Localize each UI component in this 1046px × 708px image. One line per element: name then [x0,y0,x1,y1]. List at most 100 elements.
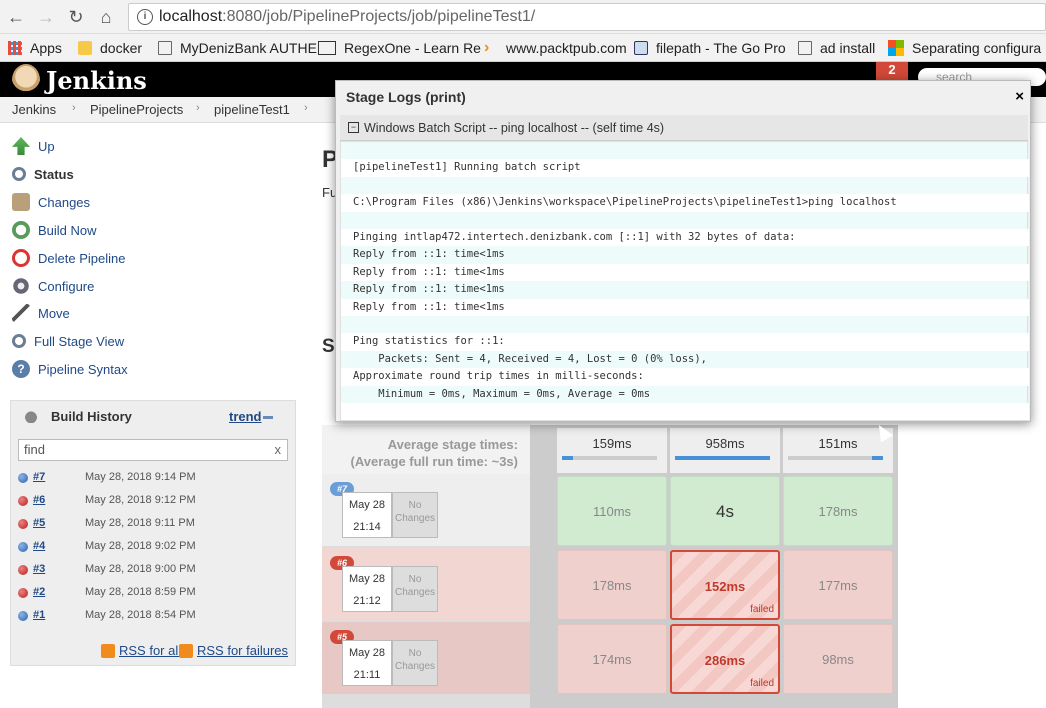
address-bar[interactable]: i localhost:8080/job/PipelineProjects/jo… [128,3,1046,31]
status-ball-icon [18,565,28,575]
build-row[interactable]: #3 May 28, 2018 9:00 PM [17,559,289,581]
log-step-title: Windows Batch Script -- ping localhost -… [364,120,665,135]
build-row[interactable]: #5 May 28, 2018 9:11 PM [17,513,289,535]
log-line: C:\Program Files (x86)\Jenkins\workspace… [341,194,1029,212]
build-search-input[interactable]: find x [18,439,288,461]
rss-all-link[interactable]: RSS for all [101,643,181,658]
build-number-link[interactable]: #4 [33,540,45,552]
no-entry-icon [12,249,30,267]
log-line [341,403,1029,421]
stage-cell[interactable]: 177ms [783,550,893,620]
breadcrumb-jenkins[interactable]: Jenkins [12,102,56,117]
build-date: May 28, 2018 9:00 PM [85,563,196,575]
help-icon: ? [12,360,30,378]
reload-icon[interactable]: ↻ [64,5,88,29]
task-up[interactable]: Up [12,135,55,157]
jenkins-title[interactable]: Jenkins [46,66,147,95]
breadcrumb-pipelinetest1[interactable]: pipelineTest1 [214,102,290,117]
home-icon[interactable]: ⌂ [94,5,118,29]
stage-cell[interactable]: 178ms [783,476,893,546]
trend-link[interactable]: trend [229,409,262,424]
collapse-icon[interactable] [263,416,273,419]
task-pipeline-syntax[interactable]: ? Pipeline Syntax [12,358,128,380]
stage-header: 958ms [670,428,780,474]
packt-icon: › [484,39,490,56]
notification-badge[interactable]: 2 [876,62,908,82]
run-row[interactable]: #5 May 28 21:11 No Changes [322,622,530,694]
rss-failures-link[interactable]: RSS for failures [179,643,288,658]
stage-logs-dialog: Stage Logs (print) × − Windows Batch Scr… [335,80,1031,422]
bookmark-apps[interactable]: Apps [8,39,62,57]
rss-icon [101,643,115,658]
build-row[interactable]: #7 May 28, 2018 9:14 PM [17,467,289,489]
build-number-link[interactable]: #2 [33,586,45,598]
run-row[interactable]: #6 May 28 21:12 No Changes [322,548,530,620]
clock-icon [12,221,30,239]
task-configure[interactable]: Configure [12,275,94,297]
site-info-icon[interactable]: i [137,9,153,25]
page-icon [158,41,172,55]
stage-cell-time: 152ms [704,579,746,594]
clear-search-icon[interactable]: x [275,440,282,460]
build-date: May 28, 2018 8:54 PM [85,609,196,621]
no-changes-box: No Changes [392,566,438,612]
log-line: Approximate round trip times in milli-se… [341,368,1029,386]
build-row[interactable]: #1 May 28, 2018 8:54 PM [17,605,289,627]
log-line: Reply from ::1: time<1ms [353,283,505,296]
log-line: [pipelineTest1] Running batch script [341,159,1029,177]
task-changes[interactable]: Changes [12,191,90,213]
bookmark-docker[interactable]: docker [78,39,142,57]
no-changes-box: No Changes [392,492,438,538]
run-row[interactable]: #7 May 28 21:14 No Changes [322,474,530,546]
build-row[interactable]: #2 May 28, 2018 8:59 PM [17,582,289,604]
bookmark-separating[interactable]: Separating configura [888,39,1041,57]
failed-tag: failed [750,604,774,615]
bookmark-mydenizbank[interactable]: MyDenizBank AUTHE [158,39,317,57]
stage-cell[interactable]: 98ms [783,624,893,694]
bookmark-ad-install[interactable]: ad install [798,39,875,57]
build-number-link[interactable]: #7 [33,471,45,483]
log-step-header[interactable]: − Windows Batch Script -- ping localhost… [340,115,1028,141]
stage-cell[interactable]: 174ms [557,624,667,694]
jenkins-logo-icon[interactable] [12,64,40,96]
bookmark-packtpub[interactable]: › www.packtpub.com [484,39,627,57]
stage-cell[interactable]: 110ms [557,476,667,546]
bookmarks-bar: Apps docker MyDenizBank AUTHE RegexOne -… [0,34,1046,62]
stage-view-heading: S [322,336,335,357]
bookmark-regexone[interactable]: RegexOne - Learn Re [318,39,481,57]
weather-cloud-icon [23,409,39,423]
build-number-link[interactable]: #6 [33,494,45,506]
back-arrow-icon[interactable]: ← [4,5,28,29]
stage-cell[interactable]: 178ms [557,550,667,620]
build-row[interactable]: #4 May 28, 2018 9:02 PM [17,536,289,558]
breadcrumb-pipelineprojects[interactable]: PipelineProjects [90,102,183,117]
stage-cell-failed[interactable]: 152ms failed [670,550,780,620]
task-build-now[interactable]: Build Now [12,219,97,241]
stage-cell[interactable]: 4s [670,476,780,546]
close-icon[interactable]: × [1015,88,1024,105]
rss-icon [179,643,193,658]
task-delete-pipeline[interactable]: Delete Pipeline [12,247,125,269]
collapse-toggle-icon[interactable]: − [348,122,359,133]
stage-progress-bar [675,456,770,460]
failed-tag: failed [750,678,774,689]
build-row[interactable]: #6 May 28, 2018 9:12 PM [17,490,289,512]
task-full-stage-view[interactable]: Full Stage View [12,330,124,352]
build-number-link[interactable]: #1 [33,609,45,621]
up-arrow-icon [12,137,30,155]
bookmark-filepath[interactable]: filepath - The Go Pro [634,39,786,57]
build-number-link[interactable]: #3 [33,563,45,575]
status-ball-icon [18,542,28,552]
log-line: Minimum = 0ms, Maximum = 0ms, Average = … [353,387,651,400]
stage-cell-failed[interactable]: 286ms failed [670,624,780,694]
build-number-link[interactable]: #5 [33,517,45,529]
task-status[interactable]: Status [12,163,74,185]
console-log: [pipelineTest1] Running batch script C:\… [340,141,1029,421]
task-move[interactable]: Move [12,302,70,324]
stage-progress-bar [562,456,657,460]
forward-arrow-icon[interactable]: → [34,5,58,29]
status-ball-icon [18,473,28,483]
stage-header: 159ms [557,428,667,474]
gear-icon [12,277,30,295]
